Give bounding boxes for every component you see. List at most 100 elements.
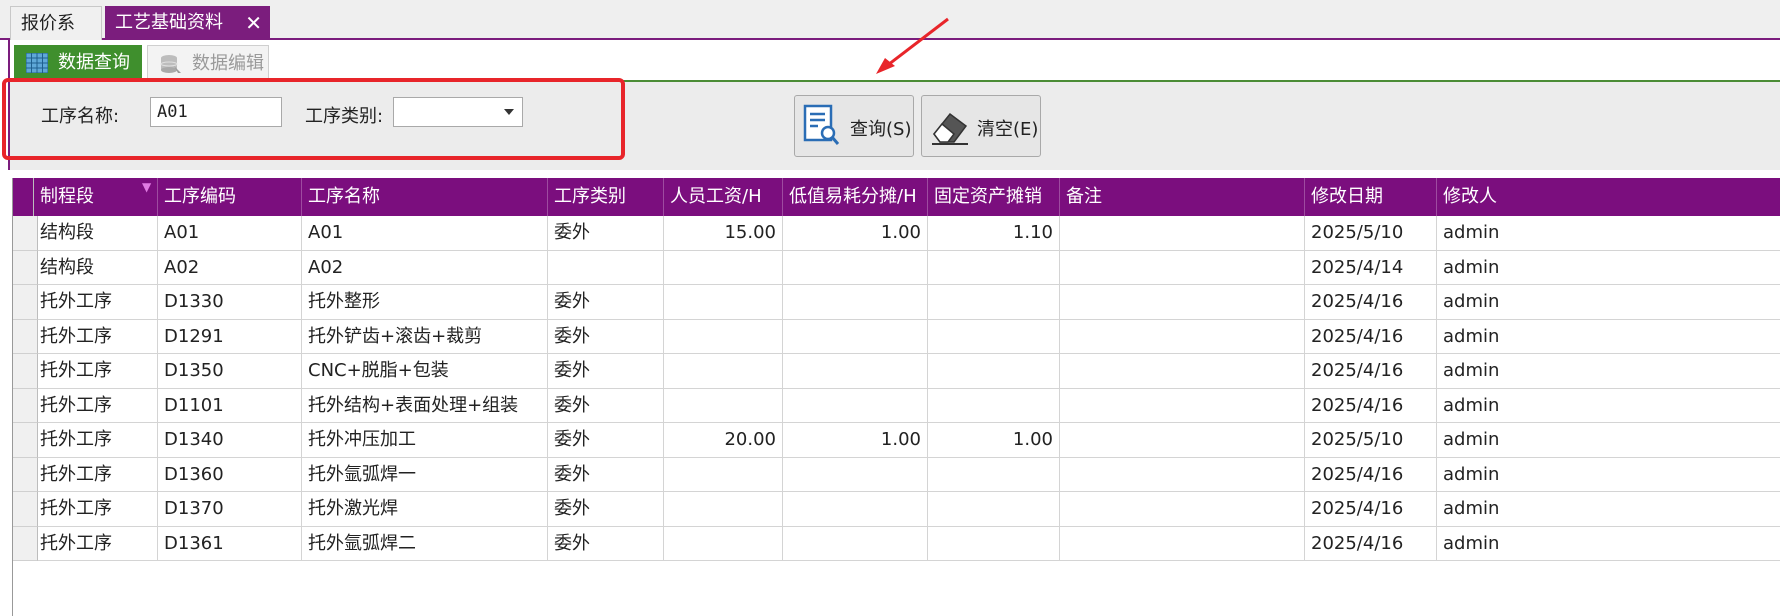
cell-name[interactable]: 托外冲压加工 [302,423,548,458]
cell-type[interactable]: 委外 [548,526,664,561]
cell-consumables[interactable] [783,388,928,423]
table-row[interactable]: 托外工序 D1350 CNC+脱脂+包装 委外 2025/4/16 admin [13,354,1780,389]
cell-consumables[interactable] [783,250,928,285]
cell-stage[interactable]: 托外工序 [34,492,158,527]
cell-depreciation[interactable] [928,388,1060,423]
cell-name[interactable]: 托外激光焊 [302,492,548,527]
cell-labor-cost[interactable] [664,319,783,354]
cell-modified-date[interactable]: 2025/4/16 [1305,526,1437,561]
table-row[interactable]: 托外工序 D1340 托外冲压加工 委外 20.00 1.00 1.00 2025/5/10 a… [13,423,1780,458]
table-row[interactable]: 托外工序 D1361 托外氩弧焊二 委外 2025/4/16 admin [13,526,1780,562]
cell-remarks[interactable] [1060,526,1305,561]
cell-modified-by[interactable]: admin [1437,285,1780,320]
cell-labor-cost[interactable]: 15.00 [664,216,783,251]
cell-remarks[interactable] [1060,423,1305,458]
cell-consumables[interactable] [783,354,928,389]
cell-name[interactable]: 托外氩弧焊二 [302,526,548,561]
cell-modified-by[interactable]: admin [1437,251,1780,286]
cell-code[interactable]: D1330 [158,285,302,320]
cell-labor-cost[interactable] [664,457,783,492]
cell-modified-by[interactable]: admin [1437,423,1780,458]
cell-depreciation[interactable] [928,250,1060,285]
cell-name[interactable]: 托外结构+表面处理+组装 [302,388,548,423]
cell-type[interactable]: 委外 [548,285,664,320]
cell-depreciation[interactable] [928,526,1060,561]
cell-remarks[interactable] [1060,354,1305,389]
col-header-labor-cost[interactable]: 人员工资/H [664,178,783,216]
cell-name[interactable]: 托外铲齿+滚齿+裁剪 [302,319,548,354]
cell-modified-date[interactable]: 2025/4/16 [1305,354,1437,389]
col-header-depreciation[interactable]: 固定资产摊销 [928,178,1060,216]
cell-labor-cost[interactable] [664,526,783,561]
cell-consumables[interactable] [783,457,928,492]
cell-type[interactable]: 委外 [548,457,664,492]
col-header-name[interactable]: 工序名称 [302,178,548,216]
cell-labor-cost[interactable] [664,354,783,389]
table-row[interactable]: 结构段 A02 A02 2025/4/14 admin [13,250,1780,286]
cell-labor-cost[interactable]: 20.00 [664,423,783,458]
cell-depreciation[interactable]: 1.10 [928,216,1060,251]
cell-modified-date[interactable]: 2025/5/10 [1305,216,1437,251]
cell-consumables[interactable]: 1.00 [783,423,928,458]
cell-code[interactable]: D1360 [158,457,302,492]
cell-modified-date[interactable]: 2025/4/16 [1305,285,1437,320]
cell-type[interactable]: 委外 [548,354,664,389]
cell-remarks[interactable] [1060,492,1305,527]
cell-modified-date[interactable]: 2025/4/16 [1305,457,1437,492]
table-row[interactable]: 托外工序 D1360 托外氩弧焊一 委外 2025/4/16 admin [13,457,1780,493]
cell-modified-date[interactable]: 2025/4/16 [1305,388,1437,423]
cell-depreciation[interactable]: 1.00 [928,423,1060,458]
cell-modified-by[interactable]: admin [1437,527,1780,562]
cell-code[interactable]: D1370 [158,492,302,527]
cell-modified-date[interactable]: 2025/5/10 [1305,423,1437,458]
table-row[interactable]: 结构段 A01 A01 委外 15.00 1.00 1.10 2025/5/10 admin [13,216,1780,251]
cell-name[interactable]: CNC+脱脂+包装 [302,354,548,389]
cell-remarks[interactable] [1060,285,1305,320]
table-row[interactable]: 托外工序 D1101 托外结构+表面处理+组装 委外 2025/4/16 admin [13,388,1780,424]
cell-remarks[interactable] [1060,250,1305,285]
cell-type[interactable]: 委外 [548,216,664,251]
col-header-remarks[interactable]: 备注 [1060,178,1305,216]
cell-modified-by[interactable]: admin [1437,320,1780,355]
col-header-consumables[interactable]: 低值易耗分摊/H [783,178,928,216]
cell-depreciation[interactable] [928,319,1060,354]
cell-code[interactable]: D1361 [158,526,302,561]
cell-depreciation[interactable] [928,354,1060,389]
cell-modified-by[interactable]: admin [1437,354,1780,389]
cell-consumables[interactable] [783,285,928,320]
table-row[interactable]: 托外工序 D1370 托外激光焊 委外 2025/4/16 admin [13,492,1780,527]
cell-modified-by[interactable]: admin [1437,492,1780,527]
cell-labor-cost[interactable] [664,285,783,320]
cell-code[interactable]: A01 [158,216,302,251]
cell-depreciation[interactable] [928,457,1060,492]
cell-name[interactable]: A01 [302,216,548,251]
cell-remarks[interactable] [1060,457,1305,492]
cell-modified-date[interactable]: 2025/4/14 [1305,250,1437,285]
cell-stage[interactable]: 托外工序 [34,526,158,561]
col-header-stage[interactable]: 制程段 ▼ [34,178,158,216]
cell-stage[interactable]: 托外工序 [34,388,158,423]
cell-consumables[interactable] [783,319,928,354]
cell-stage[interactable]: 结构段 [34,250,158,285]
cell-name[interactable]: A02 [302,250,548,285]
cell-modified-date[interactable]: 2025/4/16 [1305,492,1437,527]
col-header-code[interactable]: 工序编码 [158,178,302,216]
cell-code[interactable]: D1350 [158,354,302,389]
cell-code[interactable]: A02 [158,250,302,285]
table-row[interactable]: 托外工序 D1330 托外整形 委外 2025/4/16 admin [13,285,1780,320]
cell-remarks[interactable] [1060,319,1305,354]
cell-modified-by[interactable]: admin [1437,458,1780,493]
cell-code[interactable]: D1101 [158,388,302,423]
cell-labor-cost[interactable] [664,250,783,285]
cell-modified-by[interactable]: admin [1437,389,1780,424]
cell-name[interactable]: 托外氩弧焊一 [302,457,548,492]
cell-modified-by[interactable]: admin [1437,216,1780,251]
cell-consumables[interactable]: 1.00 [783,216,928,251]
col-header-modified-by[interactable]: 修改人 [1437,178,1780,216]
cell-stage[interactable]: 结构段 [34,216,158,251]
cell-type[interactable]: 委外 [548,492,664,527]
cell-depreciation[interactable] [928,492,1060,527]
cell-code[interactable]: D1291 [158,319,302,354]
cell-name[interactable]: 托外整形 [302,285,548,320]
cell-labor-cost[interactable] [664,492,783,527]
